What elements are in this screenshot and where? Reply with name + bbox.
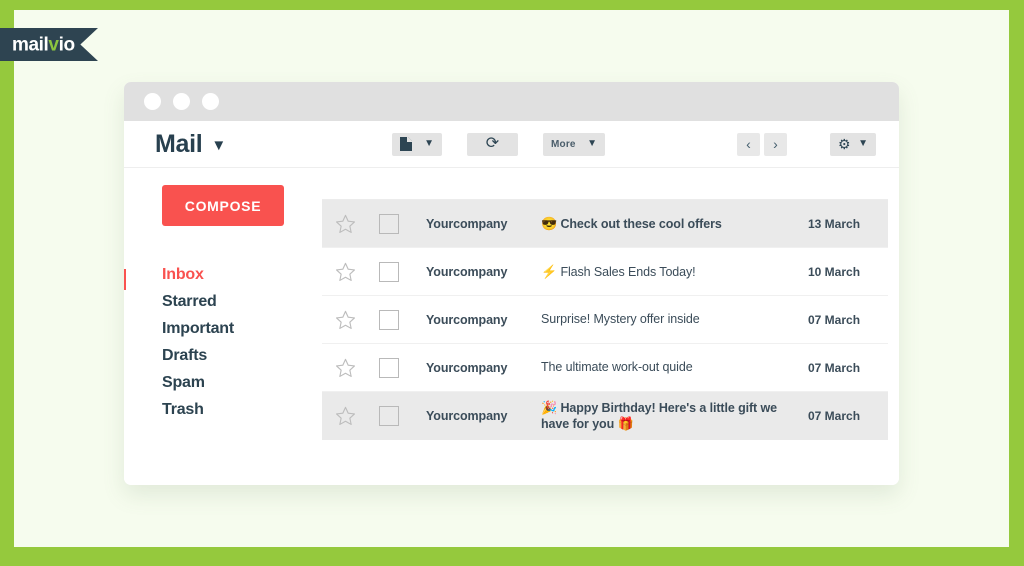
more-dropdown-button[interactable]: More ▼: [543, 132, 605, 156]
email-subject: ⚡ Flash Sales Ends Today!: [541, 264, 802, 280]
table-row[interactable]: Yourcompany Surprise! Mystery offer insid…: [322, 296, 888, 344]
page-root: mailvio Mail ▼ ▼ ⟳ More ▼ ‹ › ⚙ ▼ COMPOS…: [0, 0, 1024, 566]
toolbar-right-group: ‹ › ⚙ ▼: [737, 132, 876, 156]
email-date: 07 March: [808, 360, 861, 375]
chevron-left-icon: ‹: [746, 136, 751, 152]
party-popper-emoji: 🎉: [541, 400, 558, 415]
row-checkbox[interactable]: [379, 261, 399, 282]
sidebar-item-trash[interactable]: Trash: [162, 396, 312, 423]
page-title: Mail: [155, 129, 203, 158]
sidebar-item-inbox[interactable]: Inbox: [162, 261, 312, 288]
archive-dropdown-button[interactable]: ▼: [392, 132, 442, 156]
next-page-button[interactable]: ›: [764, 132, 787, 156]
sunglasses-face-emoji: 😎: [541, 215, 558, 231]
email-subject-text: Happy Birthday! Here's a little gift we …: [541, 401, 777, 431]
star-toggle[interactable]: [335, 406, 379, 426]
file-icon: [400, 137, 412, 151]
email-date: 07 March: [808, 312, 861, 327]
row-checkbox-cell[interactable]: [379, 406, 426, 426]
email-sender: Yourcompany: [426, 360, 508, 375]
lightning-bolt-emoji: ⚡: [541, 263, 558, 279]
row-checkbox[interactable]: [379, 406, 399, 426]
email-subject-text: Check out these cool offers: [560, 216, 722, 231]
mail-title-dropdown[interactable]: Mail ▼: [155, 130, 226, 159]
window-minimize-dot[interactable]: [173, 93, 190, 110]
mail-header-toolbar: Mail ▼ ▼ ⟳ More ▼ ‹ › ⚙ ▼: [124, 121, 899, 168]
window-title-bar: [124, 82, 899, 121]
star-icon: [335, 310, 356, 329]
gear-icon: ⚙: [838, 136, 851, 152]
table-row[interactable]: Yourcompany 😎 Check out these cool offers…: [322, 200, 888, 248]
toolbar-center-group: ▼ ⟳ More ▼: [392, 132, 605, 156]
email-sender: Yourcompany: [426, 409, 508, 423]
chevron-down-icon: ▼: [211, 136, 226, 154]
logo-text-part1: mail: [12, 34, 49, 55]
star-toggle[interactable]: [335, 262, 379, 282]
star-toggle[interactable]: [335, 310, 379, 330]
star-icon: [335, 358, 356, 377]
row-checkbox-cell[interactable]: [379, 261, 426, 282]
window-close-dot[interactable]: [144, 93, 161, 110]
compose-button[interactable]: COMPOSE: [162, 185, 284, 226]
email-subject: Surprise! Mystery offer inside: [541, 312, 802, 327]
table-row[interactable]: Yourcompany The ultimate work-out quide 07…: [322, 344, 888, 392]
window-maximize-dot[interactable]: [202, 93, 219, 110]
settings-dropdown-button[interactable]: ⚙ ▼: [830, 132, 876, 156]
email-subject-text: Flash Sales Ends Today!: [560, 264, 696, 279]
star-icon: [335, 406, 356, 425]
row-checkbox[interactable]: [379, 309, 399, 330]
chevron-down-icon: ▼: [858, 138, 868, 149]
row-checkbox-cell[interactable]: [379, 309, 426, 330]
email-list: Yourcompany 😎 Check out these cool offers…: [322, 199, 888, 440]
star-icon: [335, 262, 356, 281]
chevron-right-icon: ›: [773, 136, 778, 152]
table-row[interactable]: Yourcompany 🎉 Happy Birthday! Here's a li…: [322, 392, 888, 440]
row-checkbox[interactable]: [379, 357, 399, 378]
email-date: 07 March: [808, 409, 861, 423]
chevron-down-icon: ▼: [587, 138, 597, 149]
sidebar-item-drafts[interactable]: Drafts: [162, 342, 312, 369]
email-sender: Yourcompany: [426, 216, 508, 231]
sidebar-item-spam[interactable]: Spam: [162, 369, 312, 396]
email-sender: Yourcompany: [426, 264, 508, 279]
email-subject-text: Surprise! Mystery offer inside: [541, 312, 700, 326]
email-subject: 🎉 Happy Birthday! Here's a little gift w…: [541, 400, 802, 432]
refresh-button[interactable]: ⟳: [467, 132, 518, 156]
email-subject: 😎 Check out these cool offers: [541, 216, 802, 232]
table-row[interactable]: Yourcompany ⚡ Flash Sales Ends Today! 10 M…: [322, 248, 888, 296]
sidebar-item-important[interactable]: Important: [162, 315, 312, 342]
star-icon: [335, 214, 356, 233]
gift-emoji: 🎁: [617, 416, 634, 431]
mailvio-logo-text: mailvio: [12, 35, 75, 54]
mail-body: COMPOSE Inbox Starred Important Drafts Spam T…: [124, 168, 899, 485]
star-toggle[interactable]: [335, 358, 379, 378]
sidebar-item-starred[interactable]: Starred: [162, 288, 312, 315]
previous-page-button[interactable]: ‹: [737, 132, 760, 156]
logo-check-icon: v: [48, 34, 59, 55]
refresh-icon: ⟳: [485, 135, 500, 152]
mail-window: Mail ▼ ▼ ⟳ More ▼ ‹ › ⚙ ▼ COMPOSE Inbox …: [124, 82, 899, 485]
row-checkbox-cell[interactable]: [379, 357, 426, 378]
chevron-down-icon: ▼: [424, 138, 434, 149]
email-sender: Yourcompany: [426, 312, 508, 327]
row-checkbox[interactable]: [379, 213, 399, 234]
logo-text-part2: io: [58, 34, 75, 55]
folder-list: Inbox Starred Important Drafts Spam Trash: [162, 261, 312, 423]
more-label: More: [551, 138, 576, 150]
email-subject: The ultimate work-out quide: [541, 360, 802, 375]
email-subject-text: The ultimate work-out quide: [541, 360, 693, 374]
active-folder-marker: [124, 269, 126, 290]
email-date: 13 March: [808, 216, 861, 231]
row-checkbox-cell[interactable]: [379, 213, 426, 234]
email-date: 10 March: [808, 264, 861, 279]
star-toggle[interactable]: [335, 214, 379, 234]
